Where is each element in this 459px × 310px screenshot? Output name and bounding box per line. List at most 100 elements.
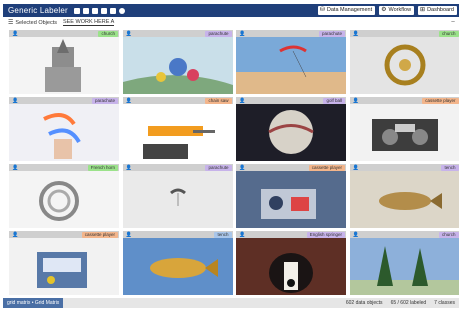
- dashboard-button[interactable]: ⊞ Dashboard: [418, 6, 457, 15]
- database-icon: ⛁: [319, 7, 325, 13]
- label-badge[interactable]: cassette player: [81, 231, 118, 238]
- thumbnail-image[interactable]: [122, 238, 233, 295]
- user-icon: 👤: [239, 30, 246, 37]
- top-bar: Generic Labeler ⛁ Data Management ⚙ Work…: [3, 4, 459, 17]
- thumbnail-image[interactable]: [9, 238, 119, 295]
- tab-label: Selected Objects: [15, 19, 57, 26]
- label-badge[interactable]: parachute: [91, 97, 118, 104]
- card-header: 👤 tench: [349, 164, 459, 171]
- label-badge[interactable]: parachute: [205, 164, 232, 171]
- image-card[interactable]: 👤 church: [349, 231, 459, 295]
- trash-icon[interactable]: [100, 7, 107, 14]
- image-card[interactable]: 👤 chain saw: [122, 97, 233, 161]
- tab-label: SEE WORK HERE A: [62, 19, 115, 25]
- data-management-label: Data Management: [326, 7, 373, 13]
- label-badge[interactable]: parachute: [205, 30, 232, 37]
- labeled-count: 65 / 602 labeled: [390, 300, 427, 306]
- thumbnail-image[interactable]: [236, 238, 346, 295]
- toolbar-icons: [73, 7, 125, 14]
- card-header: 👤 church: [349, 30, 459, 37]
- thumbnail-image[interactable]: [122, 171, 233, 228]
- user-icon: 👤: [352, 164, 359, 171]
- card-header: 👤 cassette player: [236, 164, 346, 171]
- label-badge[interactable]: cassette player: [422, 97, 459, 104]
- workflow-icon: ⚙: [381, 7, 387, 13]
- image-grid: 👤 church 👤 parachute 👤 parachute 👤 church 👤 parac…: [9, 30, 459, 298]
- thumbnail-image[interactable]: [9, 104, 119, 161]
- thumbnail-image[interactable]: [122, 37, 233, 94]
- thumbnail-image[interactable]: [9, 171, 119, 228]
- dashboard-label: Dashboard: [427, 7, 454, 13]
- image-card[interactable]: 👤 parachute: [9, 97, 119, 161]
- label-badge[interactable]: chain saw: [205, 97, 232, 104]
- thumbnail-image[interactable]: [122, 104, 233, 161]
- label-badge[interactable]: church: [438, 30, 459, 37]
- image-card[interactable]: 👤 tench: [349, 164, 459, 228]
- thumbnail-image[interactable]: [349, 171, 459, 228]
- card-header: 👤 parachute: [122, 30, 233, 37]
- thumbnail-image[interactable]: [236, 37, 346, 94]
- card-header: 👤 parachute: [9, 97, 119, 104]
- data-management-button[interactable]: ⛁ Data Management: [317, 6, 376, 15]
- image-card[interactable]: 👤 cassette player: [9, 231, 119, 295]
- tab-see-work[interactable]: SEE WORK HERE A: [62, 19, 115, 26]
- image-card[interactable]: 👤 parachute: [122, 164, 233, 228]
- label-badge[interactable]: tench: [214, 231, 232, 238]
- app-title: Generic Labeler: [8, 6, 68, 15]
- tab-selected-objects[interactable]: ☰ Selected Objects: [8, 19, 57, 27]
- card-header: 👤 tench: [122, 231, 233, 238]
- user-icon: 👤: [125, 30, 132, 37]
- list-icon: ☰: [8, 20, 14, 26]
- card-header: 👤 church: [9, 30, 119, 37]
- folder-icon[interactable]: [82, 7, 89, 14]
- dashboard-icon: ⊞: [420, 7, 426, 13]
- image-card[interactable]: 👤 cassette player: [349, 97, 459, 161]
- thumbnail-image[interactable]: [9, 37, 119, 94]
- image-card[interactable]: 👤 church: [9, 30, 119, 94]
- label-badge[interactable]: golf ball: [323, 97, 345, 104]
- edit-icon[interactable]: [109, 7, 116, 14]
- user-icon: 👤: [239, 164, 246, 171]
- thumbnail-image[interactable]: [349, 37, 459, 94]
- user-icon: 👤: [125, 164, 132, 171]
- thumbnail-image[interactable]: [236, 104, 346, 161]
- user-icon: 👤: [12, 231, 19, 238]
- user-icon: 👤: [12, 164, 19, 171]
- label-badge[interactable]: English springer: [306, 231, 345, 238]
- label-badge[interactable]: cassette player: [308, 164, 345, 171]
- card-header: 👤 parachute: [236, 30, 346, 37]
- status-bar: grid matrix • Grid Matrix 602 data objec…: [3, 298, 459, 308]
- thumbnail-image[interactable]: [349, 104, 459, 161]
- user-icon: 👤: [12, 30, 19, 37]
- collapse-icon[interactable]: −: [451, 19, 459, 26]
- image-card[interactable]: 👤 golf ball: [236, 97, 346, 161]
- card-header: 👤 French horn: [9, 164, 119, 171]
- card-header: 👤 chain saw: [122, 97, 233, 104]
- workflow-button[interactable]: ⚙ Workflow: [379, 6, 415, 15]
- label-badge[interactable]: church: [438, 231, 459, 238]
- image-card[interactable]: 👤 cassette player: [236, 164, 346, 228]
- image-card[interactable]: 👤 parachute: [122, 30, 233, 94]
- camera-icon[interactable]: [73, 7, 80, 14]
- image-card[interactable]: 👤 French horn: [9, 164, 119, 228]
- user-icon: 👤: [352, 30, 359, 37]
- image-card[interactable]: 👤 parachute: [236, 30, 346, 94]
- thumbnail-image[interactable]: [349, 238, 459, 295]
- settings-icon[interactable]: [118, 7, 125, 14]
- label-badge[interactable]: tench: [441, 164, 459, 171]
- view-mode-label[interactable]: grid matrix • Grid Matrix: [3, 298, 64, 308]
- label-badge[interactable]: French horn: [87, 164, 118, 171]
- card-header: 👤 cassette player: [349, 97, 459, 104]
- image-card[interactable]: 👤 English springer: [236, 231, 346, 295]
- user-icon: 👤: [239, 231, 246, 238]
- card-header: 👤 parachute: [122, 164, 233, 171]
- save-icon[interactable]: [91, 7, 98, 14]
- card-header: 👤 English springer: [236, 231, 346, 238]
- user-icon: 👤: [12, 97, 19, 104]
- image-card[interactable]: 👤 church: [349, 30, 459, 94]
- thumbnail-image[interactable]: [236, 171, 346, 228]
- image-card[interactable]: 👤 tench: [122, 231, 233, 295]
- label-badge[interactable]: parachute: [318, 30, 345, 37]
- data-object-count: 602 data objects: [345, 300, 383, 306]
- label-badge[interactable]: church: [98, 30, 118, 37]
